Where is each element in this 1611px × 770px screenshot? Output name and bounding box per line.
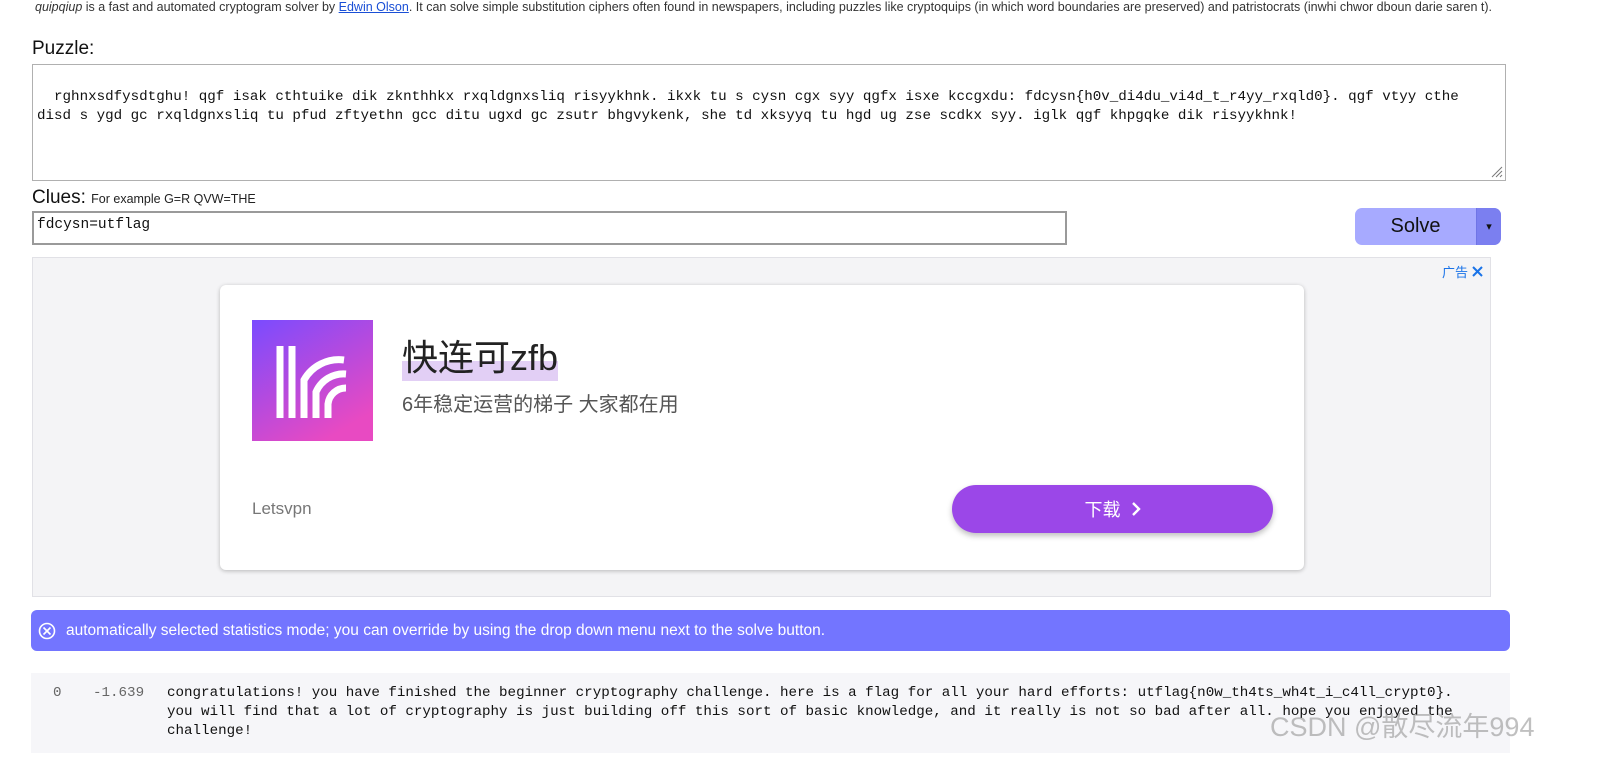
chevron-right-icon [1131, 502, 1141, 516]
close-icon[interactable] [1471, 265, 1484, 278]
solve-mode-dropdown[interactable]: ▾ [1477, 208, 1501, 245]
ad-choices[interactable]: 广告 [1442, 262, 1484, 281]
status-notice: automatically selected statistics mode; … [31, 610, 1510, 651]
clues-input[interactable]: fdcysn=utflag [32, 211, 1067, 245]
solve-control: Solve ▾ [1355, 208, 1501, 245]
ad-card[interactable]: 快连可zfb 6年稳定运营的梯子 大家都在用 Letsvpn 下载 [220, 285, 1304, 570]
puzzle-textarea[interactable]: rghnxsdfysdtghu! qgf isak cthtuike dik z… [32, 64, 1506, 181]
puzzle-label: Puzzle: [32, 38, 95, 59]
result-index: 0 [53, 685, 62, 701]
clues-label-row: Clues: For example G=R QVW=THE [32, 187, 256, 209]
ad-title: 快连可zfb [402, 329, 559, 381]
download-button[interactable]: 下载 [952, 485, 1273, 533]
ad-container: 广告 快连可zfb 6年稳定运营的梯子 大家都在用 Letsvpn 下载 [32, 257, 1491, 597]
clues-label: Clues: [32, 187, 86, 208]
ad-label: 广告 [1441, 265, 1468, 280]
solve-button[interactable]: Solve [1355, 208, 1477, 245]
letsvpn-logo-icon [252, 320, 373, 441]
close-circle-icon[interactable] [38, 622, 56, 640]
ad-subtitle: 6年稳定运营的梯子 大家都在用 [402, 394, 679, 416]
download-label: 下载 [1084, 500, 1121, 520]
result-score: -1.639 [93, 685, 145, 701]
intro-after-link: . It can solve simple substitution ciphe… [408, 0, 1493, 14]
app-name: quipqiup [35, 0, 83, 14]
clues-hint: For example G=R QVW=THE [91, 192, 256, 206]
resize-grip-icon[interactable] [1489, 164, 1503, 178]
intro-before-link: is a fast and automated cryptogram solve… [82, 0, 339, 14]
ad-brand: Letsvpn [252, 499, 312, 518]
author-link[interactable]: Edwin Olson [339, 0, 409, 14]
notice-text: automatically selected statistics mode; … [66, 621, 826, 639]
puzzle-text: rghnxsdfysdtghu! qgf isak cthtuike dik z… [37, 89, 1459, 124]
intro-text: quipqiup is a fast and automated cryptog… [35, 0, 1492, 14]
watermark: CSDN @散尽流年994 [1270, 712, 1535, 742]
